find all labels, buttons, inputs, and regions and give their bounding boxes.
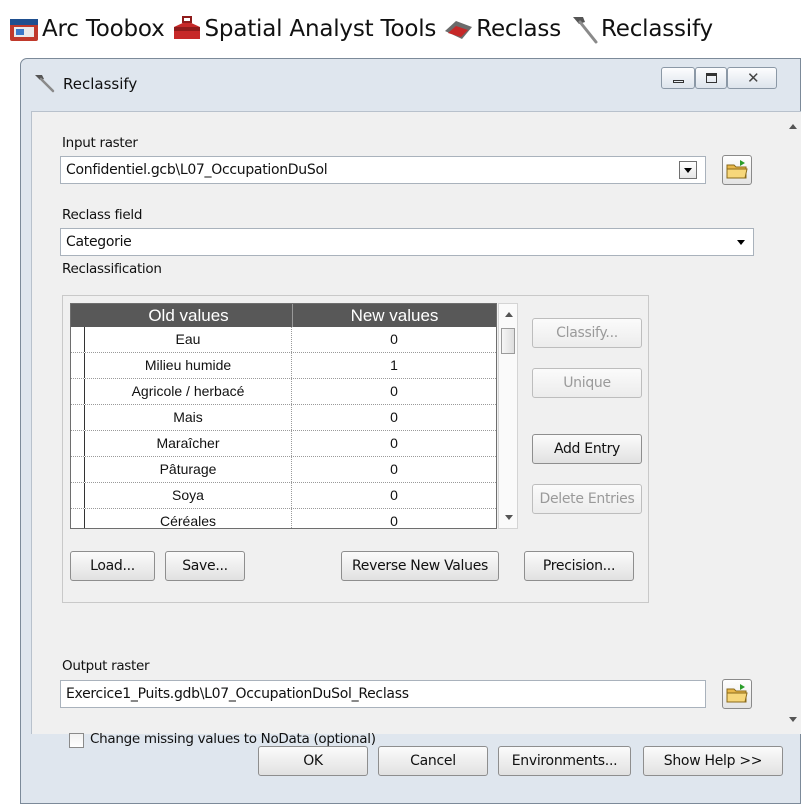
old-value-cell[interactable]: Pâturage: [85, 457, 292, 482]
new-value-cell[interactable]: 0: [292, 483, 496, 507]
add-entry-button[interactable]: Add Entry: [532, 434, 642, 464]
minimize-icon: [673, 80, 684, 83]
reclass-field-label: Reclass field: [62, 207, 143, 223]
column-header-old[interactable]: Old values: [85, 304, 292, 327]
scroll-up-icon[interactable]: [789, 124, 797, 129]
old-value-cell[interactable]: Eau: [85, 327, 292, 352]
old-value-cell[interactable]: Soya: [85, 483, 292, 508]
row-selector[interactable]: [71, 509, 85, 528]
input-raster-label: Input raster: [62, 135, 138, 151]
table-row[interactable]: Milieu humide 1: [71, 353, 496, 379]
new-value-cell[interactable]: 0: [292, 457, 496, 481]
browse-output-button[interactable]: [722, 679, 752, 709]
window-title: Reclassify: [63, 75, 138, 93]
reclassification-panel: Old values New values Eau 0 Milieu humide…: [62, 295, 649, 603]
breadcrumb-item[interactable]: Arc Toobox: [42, 16, 165, 42]
row-selector[interactable]: [71, 379, 85, 404]
nodata-checkbox[interactable]: [69, 733, 84, 748]
breadcrumb-item[interactable]: Reclass: [476, 16, 561, 42]
scroll-up-icon[interactable]: [505, 312, 513, 317]
row-selector[interactable]: [71, 483, 85, 508]
folder-icon: [726, 684, 748, 703]
table-row[interactable]: Mais 0: [71, 405, 496, 431]
table-row[interactable]: Eau 0: [71, 327, 496, 353]
browse-input-button[interactable]: [722, 155, 752, 185]
new-value-cell[interactable]: 0: [292, 431, 496, 455]
classify-button[interactable]: Classify...: [532, 318, 642, 348]
output-raster-value: Exercice1_Puits.gdb\L07_OccupationDuSol_…: [66, 686, 409, 702]
scroll-thumb[interactable]: [501, 328, 515, 354]
reclassify-dialog: Reclassify ✕ Input raster Confidentiel.g…: [20, 58, 801, 804]
toolset-icon: [442, 13, 474, 45]
old-value-cell[interactable]: Maraîcher: [85, 431, 292, 456]
chevron-down-icon: [737, 240, 745, 245]
close-button[interactable]: ✕: [727, 67, 777, 89]
table-scrollbar[interactable]: [498, 303, 518, 529]
old-value-cell[interactable]: Mais: [85, 405, 292, 430]
reclass-table[interactable]: Old values New values Eau 0 Milieu humide…: [70, 303, 497, 529]
scroll-down-icon[interactable]: [505, 515, 513, 520]
close-icon: ✕: [747, 69, 760, 87]
toolbox-icon: [8, 13, 40, 45]
content-scrollbar[interactable]: [784, 112, 801, 734]
cancel-button[interactable]: Cancel: [378, 746, 488, 776]
output-raster-label: Output raster: [62, 658, 150, 674]
table-row[interactable]: Agricole / herbacé 0: [71, 379, 496, 405]
ok-button[interactable]: OK: [258, 746, 368, 776]
save-button[interactable]: Save...: [165, 551, 245, 581]
new-value-cell[interactable]: 1: [292, 353, 496, 377]
scroll-down-icon[interactable]: [789, 717, 797, 722]
precision-button[interactable]: Precision...: [524, 551, 634, 581]
new-value-cell[interactable]: 0: [292, 509, 496, 528]
table-row[interactable]: Pâturage 0: [71, 457, 496, 483]
red-toolbox-icon: [171, 13, 203, 45]
show-help-button[interactable]: Show Help >>: [643, 746, 783, 776]
old-value-cell[interactable]: Agricole / herbacé: [85, 379, 292, 404]
nodata-checkbox-label[interactable]: Change missing values to NoData (optiona…: [90, 731, 376, 747]
maximize-icon: [706, 73, 717, 83]
load-button[interactable]: Load...: [70, 551, 155, 581]
header-corner: [71, 304, 85, 327]
table-row[interactable]: Céréales 0: [71, 509, 496, 528]
breadcrumb: Arc Toobox Spatial Analyst Tools Reclass…: [8, 4, 719, 54]
breadcrumb-item[interactable]: Reclassify: [601, 16, 713, 42]
row-selector[interactable]: [71, 431, 85, 456]
dialog-content: Input raster Confidentiel.gcb\L07_Occupa…: [31, 111, 801, 748]
input-raster-value: Confidentiel.gcb\L07_OccupationDuSol: [66, 162, 328, 178]
delete-entries-button[interactable]: Delete Entries: [532, 484, 642, 514]
old-value-cell[interactable]: Céréales: [85, 509, 292, 528]
hammer-icon: [33, 73, 57, 93]
reclass-field-select[interactable]: Categorie: [60, 228, 754, 256]
chevron-down-icon[interactable]: [679, 161, 697, 179]
row-selector[interactable]: [71, 327, 85, 352]
reverse-new-values-button[interactable]: Reverse New Values: [341, 551, 499, 581]
minimize-button[interactable]: [661, 67, 695, 89]
new-value-cell[interactable]: 0: [292, 379, 496, 403]
hammer-icon: [567, 13, 599, 45]
reclassification-label: Reclassification: [62, 261, 162, 277]
table-row[interactable]: Soya 0: [71, 483, 496, 509]
row-selector[interactable]: [71, 353, 85, 378]
column-header-new[interactable]: New values: [292, 304, 496, 327]
old-value-cell[interactable]: Milieu humide: [85, 353, 292, 378]
row-selector[interactable]: [71, 405, 85, 430]
output-raster-field[interactable]: Exercice1_Puits.gdb\L07_OccupationDuSol_…: [60, 680, 706, 708]
breadcrumb-item[interactable]: Spatial Analyst Tools: [205, 16, 437, 42]
unique-button[interactable]: Unique: [532, 368, 642, 398]
table-row[interactable]: Maraîcher 0: [71, 431, 496, 457]
maximize-button[interactable]: [695, 67, 727, 89]
environments-button[interactable]: Environments...: [498, 746, 631, 776]
row-selector[interactable]: [71, 457, 85, 482]
new-value-cell[interactable]: 0: [292, 327, 496, 351]
title-bar[interactable]: Reclassify ✕: [21, 59, 800, 103]
reclass-field-value: Categorie: [66, 234, 132, 250]
new-value-cell[interactable]: 0: [292, 405, 496, 429]
folder-icon: [726, 160, 748, 179]
input-raster-field[interactable]: Confidentiel.gcb\L07_OccupationDuSol: [60, 156, 706, 184]
